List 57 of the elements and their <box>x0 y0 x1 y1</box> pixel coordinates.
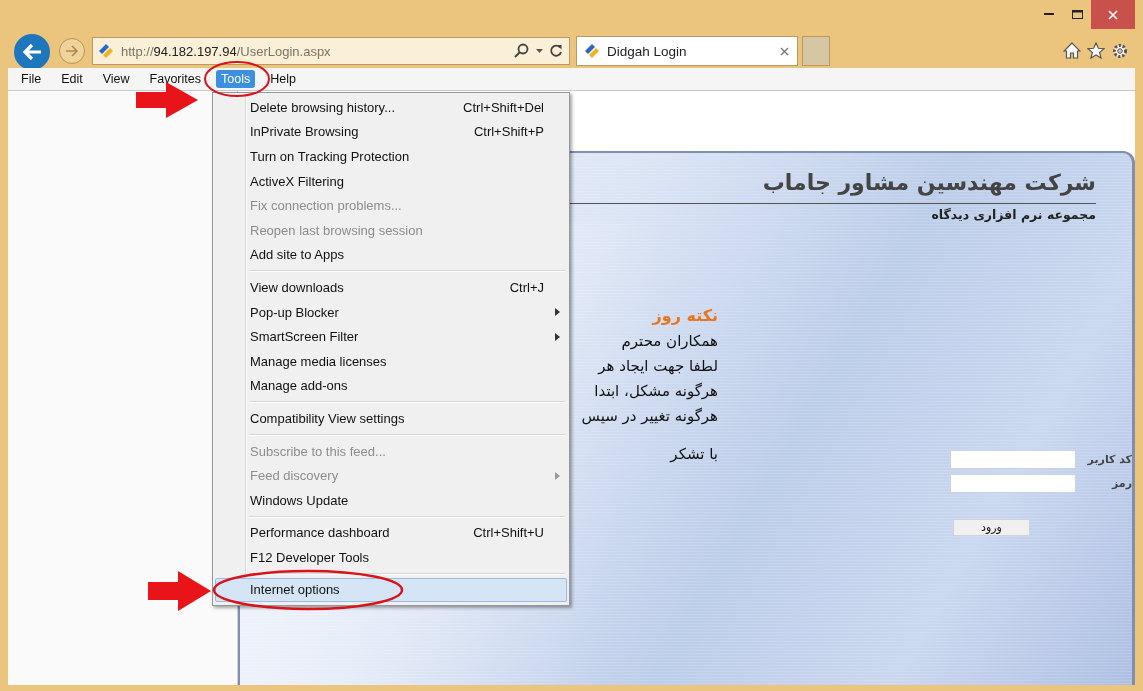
arrow-right-icon <box>65 45 79 57</box>
menu-item[interactable]: Manage add-ons <box>215 373 567 399</box>
menu-item[interactable]: Windows Update <box>215 487 567 513</box>
company-title: شرکت مهندسین مشاور جاماب <box>762 170 1096 195</box>
tip-line: لطفا جهت ایجاد هر <box>598 357 718 375</box>
menu-item[interactable]: Compatibility View settings <box>215 406 567 431</box>
subtitle-text: مجموعه نرم افزاری دیدگاه <box>931 207 1096 222</box>
shortcut-text: Ctrl+J <box>509 279 544 295</box>
menu-item[interactable]: Performance dashboard Ctrl+Shift+U <box>215 520 567 546</box>
address-bar[interactable]: http://94.182.197.94/UserLogin.aspx <box>92 37 570 65</box>
input-field[interactable] <box>950 449 1076 469</box>
minimize-icon <box>1044 13 1054 16</box>
field-label: کد کاربر <box>1086 452 1132 466</box>
menu-bar-item[interactable]: File <box>16 70 47 88</box>
field-label: رمز <box>1110 476 1132 490</box>
url-text: http://94.182.197.94/UserLogin.aspx <box>121 43 332 59</box>
tip-line: همکاران محترم <box>621 332 718 350</box>
arrow-left-icon <box>22 43 42 61</box>
menu-item[interactable]: Turn on Tracking Protection <box>215 144 567 169</box>
tip-line: هرگونه مشکل، ابتدا <box>594 382 718 400</box>
star-icon[interactable] <box>1087 42 1105 59</box>
menu-item[interactable]: InPrivate Browsing Ctrl+Shift+P <box>215 119 567 145</box>
shortcut-text: Ctrl+Shift+Del <box>463 99 544 115</box>
home-icon[interactable] <box>1063 42 1081 59</box>
menu-item[interactable]: Manage media licenses <box>215 348 567 374</box>
settings-icon[interactable] <box>1111 42 1129 60</box>
login-button[interactable]: ورود <box>953 519 1030 536</box>
pointer-arrow-icon <box>136 82 198 118</box>
menu-bar-item[interactable]: Help <box>265 70 301 88</box>
menu-item[interactable]: F12 Developer Tools <box>215 545 567 570</box>
menu-bar-item[interactable]: Favorites <box>144 70 206 88</box>
menu-item[interactable]: Internet options <box>215 577 567 603</box>
shortcut-text: Ctrl+Shift+P <box>473 124 544 140</box>
site-logo-icon <box>583 42 601 60</box>
close-icon[interactable] <box>780 46 789 56</box>
maximize-icon <box>1071 10 1083 19</box>
menu-bar-item[interactable]: View <box>97 70 135 88</box>
menu-item[interactable]: Add site to Apps <box>215 242 567 268</box>
input-field[interactable] <box>950 473 1076 493</box>
highlight-ellipse <box>204 61 270 97</box>
refresh-icon[interactable] <box>549 44 563 58</box>
browser-tab[interactable]: Didgah Login <box>576 36 798 66</box>
site-logo-icon <box>97 42 115 60</box>
menu-item[interactable]: Delete browsing history... Ctrl+Shift+Del <box>215 95 567 120</box>
menu-item[interactable]: ActiveX Filtering <box>215 168 567 194</box>
caret-icon[interactable] <box>536 49 543 53</box>
pointer-arrow-icon <box>148 571 211 611</box>
close-icon <box>1108 9 1118 20</box>
shortcut-text: Ctrl+Shift+U <box>473 525 544 541</box>
closing-text: با تشکر <box>670 445 718 463</box>
tip-line: هرگونه تغییر در سیس <box>581 407 718 425</box>
menu-item[interactable]: Pop-up Blocker <box>215 299 567 325</box>
menu-bar-item[interactable]: Edit <box>56 70 88 88</box>
search-icon[interactable] <box>514 43 530 59</box>
menu-item[interactable]: SmartScreen Filter <box>215 324 567 349</box>
tip-title: نکته روز <box>652 306 718 325</box>
menu-item[interactable]: View downloads Ctrl+J <box>215 275 567 300</box>
